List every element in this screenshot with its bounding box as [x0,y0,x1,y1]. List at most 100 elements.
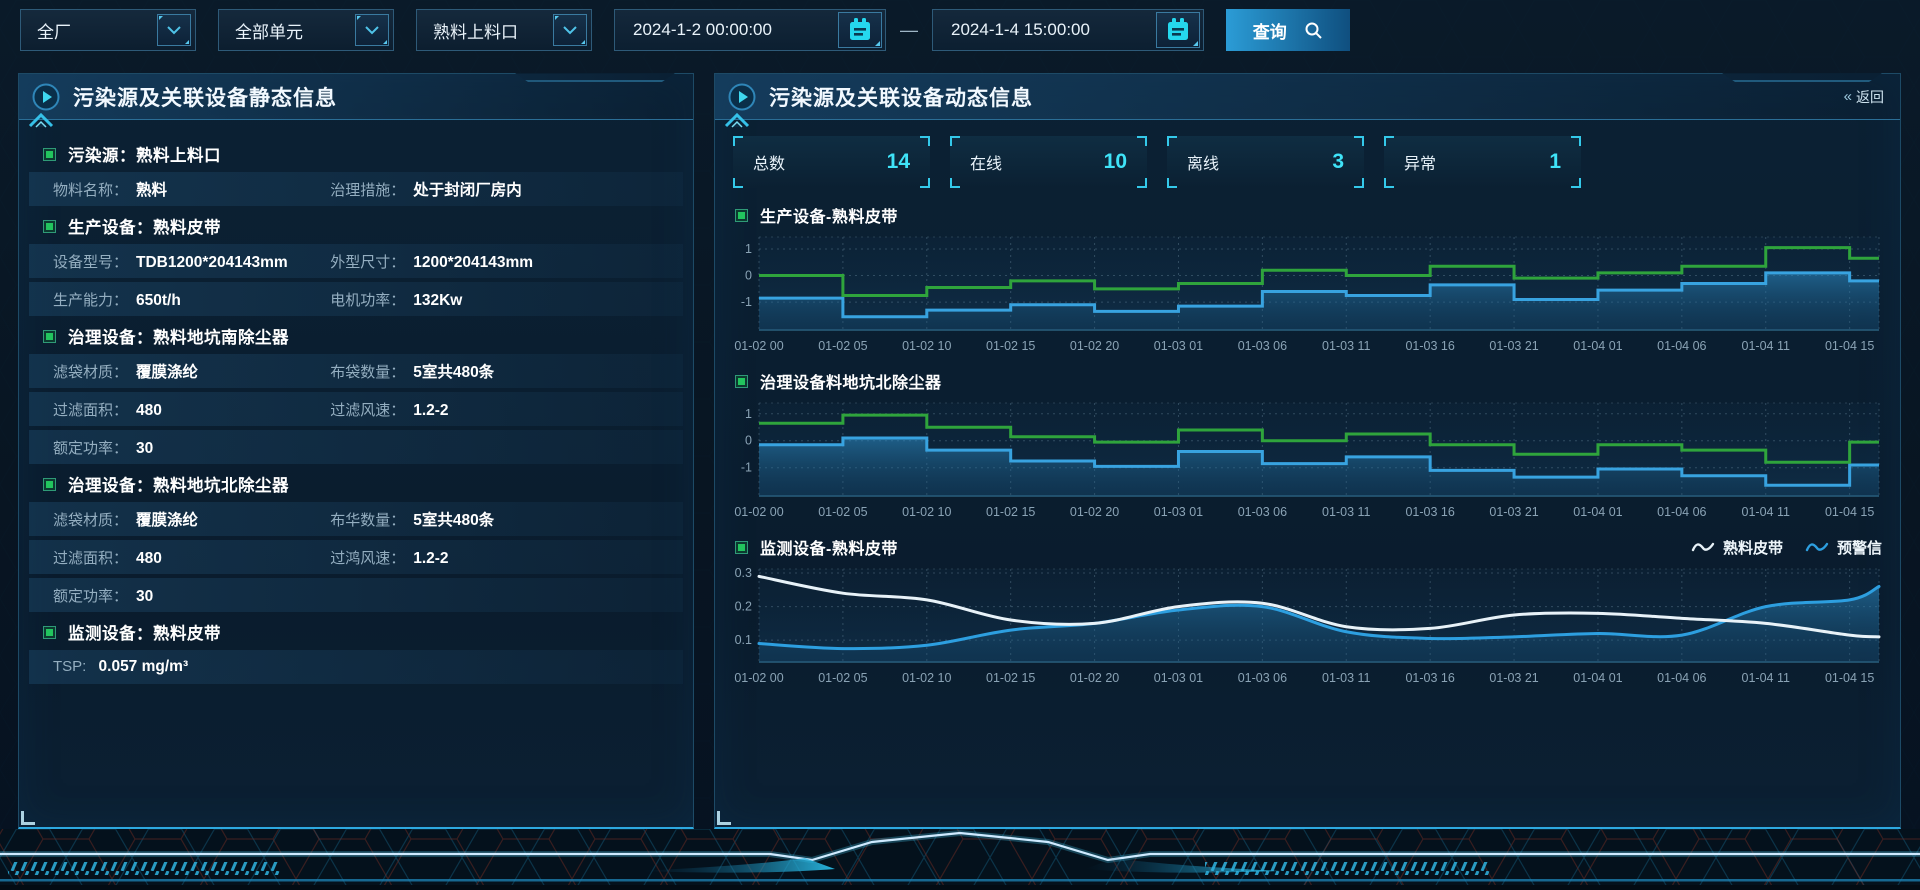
svg-text:0.3: 0.3 [735,566,752,580]
filter-toolbar: 全厂 全部单元 熟料上料口 2024-1-2 00:00:00 — 202 [20,9,1350,51]
stat-label: 在线 [970,150,1002,174]
section-header-label: 治理设备：熟料地坑南除尘器 [68,324,289,348]
info-label: 电机功率： [330,289,405,310]
info-row: 滤袋材质：覆膜涤纶布袋数量：5室共480条 [29,354,683,388]
date-from-value: 2024-1-2 00:00:00 [615,20,838,40]
svg-text:01-02 05: 01-02 05 [818,671,867,685]
info-cell: 治理措施： 处于封闭厂房内 [330,178,683,200]
date-range-separator: — [900,20,918,41]
svg-text:01-03 11: 01-03 11 [1322,671,1370,685]
query-button[interactable]: 查询 [1226,9,1350,51]
svg-text:01-04 06: 01-04 06 [1657,339,1706,353]
calendar-icon[interactable] [1156,12,1200,48]
svg-text:01-03 21: 01-03 21 [1489,671,1538,685]
stat-card: 在线 10 [950,136,1147,188]
chevron-down-icon[interactable] [157,14,191,46]
corner-bracket-decoration [1571,178,1581,188]
info-cell: 额定功率： 30 [53,585,330,606]
svg-text:01-03 06: 01-03 06 [1238,671,1287,685]
info-label: 过鸿风速： [330,547,405,568]
legend-label: 熟料皮带 [1723,537,1783,558]
green-square-icon [43,220,56,233]
chart-canvas-monitor: 0.30.20.101-02 0001-02 0501-02 1001-02 1… [733,566,1884,688]
info-cell: 物料名称：熟料 [53,178,330,200]
info-value: 处于封闭厂房内 [413,178,522,200]
info-row: 设备型号：TDB1200*204143mm外型尺寸：1200*204143mm [29,244,683,278]
date-from-picker[interactable]: 2024-1-2 00:00:00 [614,9,886,51]
svg-text:01-02 00: 01-02 00 [734,505,783,519]
info-label: 治理措施： [330,179,405,200]
wave-line-icon [1805,541,1829,553]
svg-text:0: 0 [745,434,752,448]
svg-text:01-04 11: 01-04 11 [1742,505,1790,519]
info-value: 1200*204143mm [413,254,533,272]
info-row: 生产能力：650t/h电机功率：132Kw [29,282,683,316]
green-square-icon [735,375,748,388]
stat-label: 离线 [1187,150,1219,174]
legend-label: 预警信 [1837,537,1882,558]
svg-text:01-02 05: 01-02 05 [818,339,867,353]
svg-text:01-04 01: 01-04 01 [1573,339,1622,353]
svg-text:1: 1 [745,242,752,256]
info-value: 30 [136,588,153,606]
dynamic-info-panel: 污染源及关联设备动态信息 « 返回 总数14在线10离线3异常1 生产设备-熟料… [714,73,1901,829]
green-square-icon [43,626,56,639]
info-cell: TSP: 0.057 mg/m³ [53,658,330,676]
corner-bracket-decoration [920,136,930,146]
footer-decoration [0,829,1920,890]
green-square-icon [43,330,56,343]
corner-bracket-decoration [1137,136,1147,146]
svg-text:-1: -1 [741,461,752,475]
date-to-value: 2024-1-4 15:00:00 [933,20,1156,40]
info-value: 5室共480条 [413,360,494,382]
unit-select[interactable]: 全部单元 [218,9,394,51]
stat-label: 异常 [1404,150,1436,174]
calendar-icon[interactable] [838,12,882,48]
back-button[interactable]: « 返回 [1844,87,1884,107]
plant-select-value: 全厂 [21,18,157,43]
svg-text:01-04 01: 01-04 01 [1573,671,1622,685]
svg-text:0.1: 0.1 [735,633,752,647]
chart-legend: 熟料皮带 预警信 [1691,537,1882,558]
static-info-panel-header: 污染源及关联设备静态信息 [19,74,693,120]
section-header: 生产设备：熟料皮带 [43,215,683,237]
info-label: 额定功率： [53,585,128,606]
info-cell: 电机功率： 132Kw [330,289,683,310]
info-value: 132Kw [413,292,462,310]
source-select[interactable]: 熟料上料口 [416,9,592,51]
stat-value: 10 [1104,150,1127,174]
green-square-icon [43,148,56,161]
chevron-down-icon[interactable] [553,14,587,46]
info-label: 过滤面积： [53,547,128,568]
chevron-down-icon[interactable] [355,14,389,46]
date-to-picker[interactable]: 2024-1-4 15:00:00 [932,9,1204,51]
svg-text:01-03 21: 01-03 21 [1489,505,1538,519]
chart-canvas-prod: 10-101-02 0001-02 0501-02 1001-02 1501-0… [733,234,1884,356]
svg-text:01-02 10: 01-02 10 [902,339,951,353]
legend-item[interactable]: 预警信 [1805,537,1882,558]
svg-text:01-03 01: 01-03 01 [1154,671,1203,685]
charts-container: 生产设备-熟料皮带10-101-02 0001-02 0501-02 1001-… [733,202,1882,688]
dynamic-info-panel-header: 污染源及关联设备动态信息 « 返回 [715,74,1900,120]
info-label: 滤袋材质： [53,361,128,382]
static-info-list: 污染源：熟料上料口物料名称：熟料治理措施：处于封闭厂房内生产设备：熟料皮带设备型… [19,120,693,684]
info-row: 物料名称：熟料治理措施： 处于封闭厂房内 [29,172,683,206]
info-value: 480 [136,550,162,568]
svg-text:01-02 10: 01-02 10 [902,505,951,519]
svg-text:01-03 11: 01-03 11 [1322,339,1370,353]
plant-select[interactable]: 全厂 [20,9,196,51]
info-value: 30 [136,440,153,458]
svg-text:01-04 11: 01-04 11 [1742,339,1790,353]
svg-text:01-02 10: 01-02 10 [902,671,951,685]
legend-item[interactable]: 熟料皮带 [1691,537,1783,558]
info-label: TSP: [53,658,91,675]
stat-label: 总数 [753,150,785,174]
info-label: 滤袋材质： [53,509,128,530]
green-square-icon [735,541,748,554]
chevron-up-decoration [723,110,751,128]
corner-bracket-decoration [733,136,743,146]
info-value: 0.057 mg/m³ [99,658,189,676]
info-label: 布华数量： [330,509,405,530]
info-value: 650t/h [136,292,181,310]
info-label: 布袋数量： [330,361,405,382]
